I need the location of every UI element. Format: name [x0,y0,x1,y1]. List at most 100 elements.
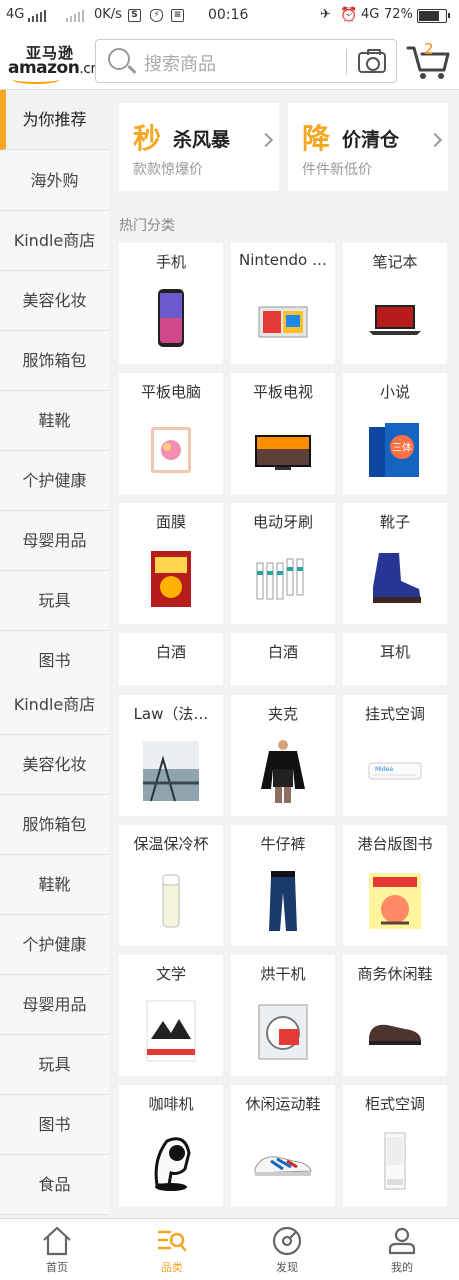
sidebar-item[interactable]: 美容化妆 [0,271,109,331]
sidebar-item[interactable]: 图书 [0,1095,109,1155]
leather-shoe-image [365,999,425,1063]
tab-home-label: 首页 [46,1261,68,1274]
flash-sale-banner[interactable]: 秒 杀风暴 款款惊爆价 [119,103,279,191]
tv-image [253,417,313,481]
category-label: 港台版图书 [357,835,433,853]
category-card[interactable]: 平板电脑 [119,373,223,494]
sidebar-item[interactable]: 母婴用品 [0,975,109,1035]
clearance-subtitle: 件件新低价 [302,162,372,178]
category-card[interactable]: 靴子 [343,503,447,624]
category-card[interactable]: 港台版图书 [343,825,447,946]
dryer-image [253,999,313,1063]
sidebar-item[interactable]: 玩具 [0,571,109,631]
sidebar-item[interactable]: 个护健康 [0,451,109,511]
tab-category[interactable]: 品类 [115,1219,229,1280]
category-label: 面膜 [155,513,186,531]
sidebar-item[interactable]: 为你推荐 [0,90,109,150]
category-card[interactable]: Law（法… [119,695,223,816]
air-conditioner-image: Midea [365,739,425,803]
tab-category-label: 品类 [161,1261,183,1274]
category-label: 靴子 [379,513,410,531]
category-label: Nintendo … [239,251,327,269]
tab-profile[interactable]: 我的 [345,1219,459,1280]
divider [346,49,347,75]
clearance-banner[interactable]: 降 价清仓 件件新低价 [288,103,448,191]
coffee-machine-image [141,1129,201,1193]
tab-discover[interactable]: 发现 [230,1219,344,1280]
search-icon [108,48,130,70]
category-card[interactable]: 保温保冷杯 [119,825,223,946]
home-icon [43,1226,71,1256]
category-card[interactable]: 咖啡机 [119,1085,223,1206]
search-input[interactable]: 搜索商品 [144,50,216,76]
literature-book-image [141,999,201,1063]
category-card[interactable]: 耳机 [343,633,447,685]
battery-percent: 72% [384,7,413,22]
category-card[interactable]: 笔记本 [343,243,447,364]
logo-smile [12,75,60,84]
category-card[interactable]: 白酒 [231,633,335,685]
sidebar-item[interactable]: 美容化妆 [0,735,109,795]
category-label: 挂式空调 [364,705,425,723]
phone-image [141,287,201,351]
section-title: 热门分类 [119,218,175,234]
sneaker-image [253,1129,313,1193]
category-card[interactable]: 电动牙刷 [231,503,335,624]
sidebar-item[interactable]: 玩具 [0,1035,109,1095]
sidebar-item[interactable]: 服饰箱包 [0,795,109,855]
sidebar-item[interactable]: 鞋靴 [0,391,109,451]
shield-icon: ⚡ [150,9,163,22]
sidebar-item[interactable]: 食品 [0,1155,109,1215]
cart-count: 2 [424,40,434,58]
category-card[interactable]: 面膜 [119,503,223,624]
category-card[interactable]: 夹克 [231,695,335,816]
tab-profile-label: 我的 [391,1261,413,1274]
signal-icon-secondary [66,10,84,22]
cart-button[interactable]: 2 [406,40,450,80]
category-card[interactable]: 平板电视 [231,373,335,494]
flash-sale-subtitle: 款款惊爆价 [133,162,203,178]
sidebar-item[interactable]: Kindle商店 [0,211,109,271]
flash-sale-title: 杀风暴 [173,129,231,151]
category-card[interactable]: 白酒 [119,633,223,685]
amazon-logo[interactable]: 亚马逊 amazon.cn [8,40,99,84]
category-label: 耳机 [379,643,410,661]
sidebar-item[interactable]: 鞋靴 [0,855,109,915]
thermos-image [141,869,201,933]
category-card[interactable]: 休闲运动鞋 [231,1085,335,1206]
category-label: 手机 [155,253,186,271]
category-card[interactable]: 文学 [119,955,223,1076]
category-card[interactable]: 牛仔裤 [231,825,335,946]
category-label: 牛仔裤 [260,835,306,853]
category-card[interactable]: 挂式空调 Midea [343,695,447,816]
category-card[interactable]: 小说 三体 [343,373,447,494]
category-label: 夹克 [267,705,298,723]
category-card[interactable]: 手机 [119,243,223,364]
category-label: 烘干机 [260,965,306,983]
sidebar-item[interactable]: 海外购 [0,151,109,211]
category-sidebar[interactable]: 为你推荐 海外购 Kindle商店 美容化妆 服饰箱包 鞋靴 个护健康 母婴用品 玩具 图书 Kin… [0,90,109,1218]
sidebar-item[interactable]: 服饰箱包 [0,331,109,391]
category-card[interactable]: 烘干机 [231,955,335,1076]
network-speed: 0K/s [94,7,122,22]
sidebar-item[interactable]: 个护健康 [0,915,109,975]
search-bar[interactable]: 搜索商品 [95,39,397,83]
notification-icon: ≡ [171,9,184,22]
sidebar-item[interactable]: 母婴用品 [0,511,109,571]
flash-sale-icon-char: 秒 [133,122,162,155]
tower-ac-image [365,1129,425,1193]
boot-image [365,547,425,611]
category-label: 白酒 [155,643,186,661]
category-card[interactable]: 商务休闲鞋 [343,955,447,1076]
category-card[interactable]: Nintendo … [231,243,335,364]
category-card[interactable]: 柜式空调 [343,1085,447,1206]
category-label: Law（法… [133,705,209,723]
svg-text:Midea: Midea [375,766,393,773]
clock: 00:16 [208,7,249,23]
sidebar-item[interactable]: Kindle商店 [0,675,109,735]
laptop-image [365,287,425,351]
category-label: 咖啡机 [148,1095,194,1113]
tab-home[interactable]: 首页 [0,1219,114,1280]
camera-icon[interactable] [358,49,386,73]
network-type-right: 4G [361,7,380,22]
